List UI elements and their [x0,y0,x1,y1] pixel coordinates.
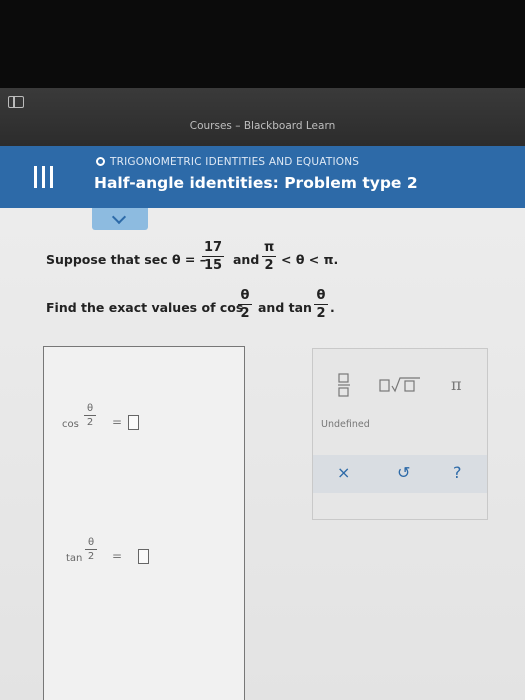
cos-answer-input[interactable] [128,415,139,430]
cos-answer-fraction: θ 2 [84,403,96,428]
nth-root-button[interactable] [379,377,421,393]
problem-content: Suppose that sec θ = – 17 15 and π 2 < θ… [0,208,525,700]
question-line1-prefix: Suppose that sec θ = – [46,252,206,267]
sec-numerator: 17 [204,240,223,255]
pi-denominator: 2 [264,258,274,274]
tan-label: tan [66,553,83,564]
pi-fraction: π 2 [262,240,276,273]
pi-button[interactable]: π [451,375,462,394]
undefined-button[interactable]: Undefined [321,419,370,430]
chevron-down-icon [111,209,127,225]
cos-half-fraction: θ 2 [238,288,252,321]
topic-label: TRIGONOMETRIC IDENTITIES AND EQUATIONS [96,156,359,168]
tan-half-fraction: θ 2 [314,288,328,321]
fraction-icon [338,373,350,397]
question-and: and [233,252,260,267]
tan-equals: = [112,549,123,563]
math-palette: π Undefined × ↺ ? [312,348,488,520]
question-line2-prefix: Find the exact values of cos [46,300,244,315]
answer-area: cos θ 2 = tan θ 2 = [43,346,245,700]
tan-answer-fraction: θ 2 [85,537,97,562]
browser-title: Courses – Blackboard Learn [189,120,336,132]
pi-numerator: π [264,240,275,255]
collapse-button[interactable] [92,208,148,230]
fraction-button[interactable] [337,373,351,397]
menu-icon[interactable] [34,166,56,188]
problem-header: TRIGONOMETRIC IDENTITIES AND EQUATIONS H… [0,146,525,208]
problem-title: Half-angle identities: Problem type 2 [94,174,418,192]
clear-icon[interactable]: × [337,463,350,482]
question-period: . [330,300,335,315]
action-bar: × ↺ ? [313,455,487,493]
sec-denominator: 15 [204,258,223,274]
help-icon[interactable]: ? [453,463,462,482]
top-frame [0,0,525,88]
root-icon [379,377,420,393]
undo-icon[interactable]: ↺ [397,463,410,482]
sec-fraction: 17 15 [202,240,225,274]
sidebar-toggle-icon[interactable] [8,96,24,108]
cos-equals: = [112,415,123,429]
question-and-tan: and tan [258,300,312,315]
question-inequality: < θ < π. [281,252,339,267]
topic-dot-icon [96,157,105,166]
cos-label: cos [62,419,79,430]
browser-bar: Courses – Blackboard Learn [0,88,525,146]
tan-answer-input[interactable] [138,549,149,564]
